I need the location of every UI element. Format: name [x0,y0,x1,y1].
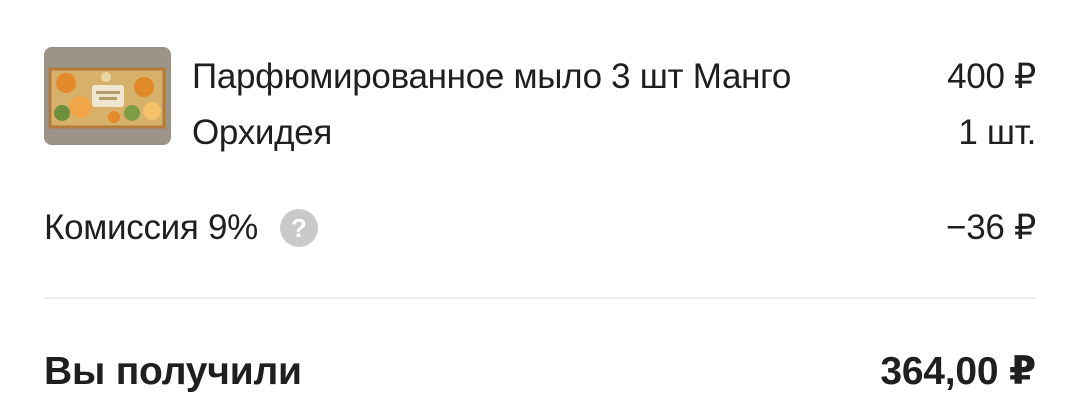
total-label: Вы получили [44,350,302,393]
product-price: 400 ₽ [947,57,1036,96]
product-thumbnail[interactable] [44,47,171,145]
commission-row: Комиссия 9% ? [44,200,318,256]
commission-label: Комиссия 9% [44,208,258,247]
product-name[interactable]: Парфюмированное мыло 3 шт Манго Орхидея [192,49,872,161]
question-circle-icon[interactable]: ? [279,209,318,247]
soap-box-image [44,47,171,145]
divider [44,297,1036,299]
total-value: 364,00 ₽ [880,350,1036,393]
commission-value: −36 ₽ [946,208,1036,247]
product-quantity: 1 шт. [958,113,1036,152]
